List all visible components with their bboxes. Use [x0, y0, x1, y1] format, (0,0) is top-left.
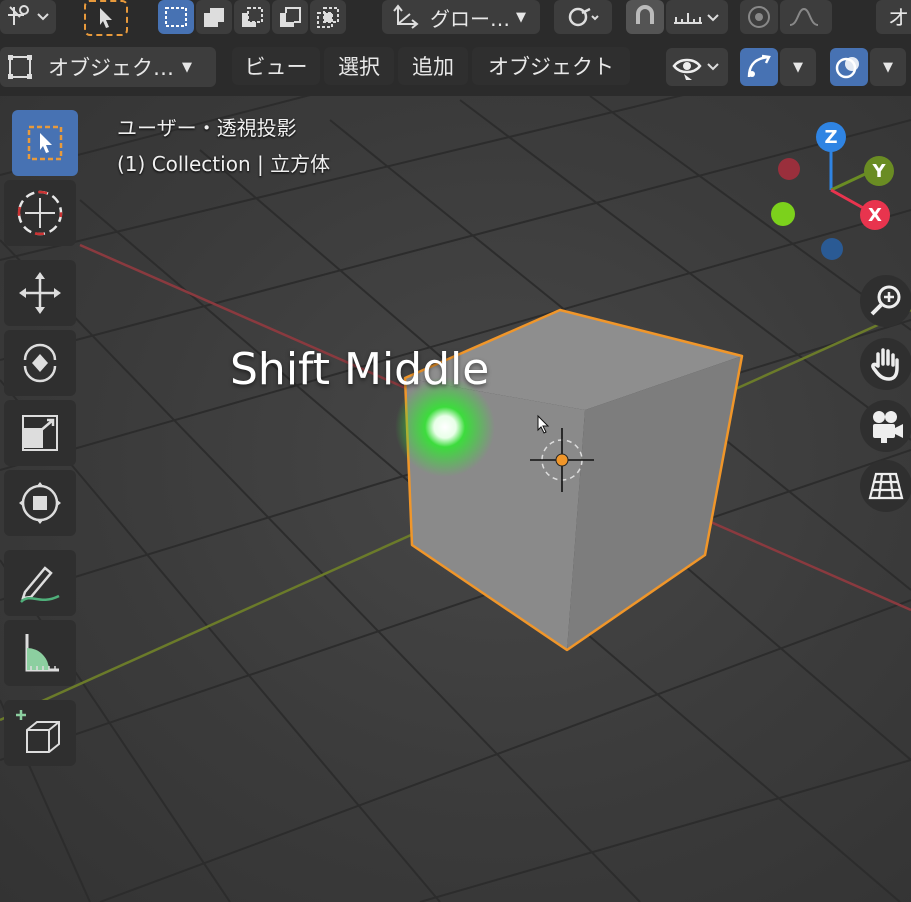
overlay-toggle-button[interactable] — [830, 48, 868, 86]
gizmo-arrow-icon — [747, 54, 771, 78]
select-invert-icon — [280, 7, 301, 27]
move-icon — [19, 272, 61, 314]
select-mode-extend-button[interactable] — [196, 0, 232, 34]
snap-target-select[interactable] — [666, 0, 728, 34]
select-extend-icon — [204, 8, 224, 27]
camera-icon — [873, 411, 903, 443]
gizmo-z-axis[interactable]: Z — [816, 122, 846, 152]
tool-annotate[interactable] — [4, 550, 76, 616]
view-name: ユーザー・透視投影 — [117, 116, 297, 140]
select-mode-new-button[interactable] — [158, 0, 194, 34]
orientation-axes-icon — [393, 4, 419, 29]
tool-scale[interactable] — [4, 400, 76, 466]
menu-view[interactable]: ビュー — [232, 47, 320, 85]
select-mode-invert-button[interactable] — [272, 0, 308, 34]
options-menu-button[interactable]: オ — [876, 0, 911, 34]
camera-view-button[interactable] — [860, 400, 911, 452]
mode-select-label: オブジェク… — [48, 56, 174, 80]
magnet-icon — [636, 5, 654, 24]
tool-measure[interactable] — [4, 620, 76, 686]
pivot-point-select[interactable] — [554, 0, 612, 34]
menu-object[interactable]: オブジェクト — [472, 47, 630, 85]
transform-orientation-label: グロー… — [430, 6, 510, 31]
select-intersect-icon — [317, 7, 339, 28]
rotate-icon — [23, 343, 57, 383]
visibility-select[interactable] — [666, 48, 728, 86]
cursor-arrow-icon — [100, 8, 112, 28]
select-tool-button[interactable] — [84, 0, 128, 36]
gizmo-y-axis[interactable]: Y — [864, 156, 894, 186]
snap-increment-icon — [674, 13, 719, 24]
object-mode-icon — [8, 55, 32, 79]
ortho-toggle-button[interactable] — [860, 460, 911, 512]
menu-add[interactable]: 追加 — [398, 47, 468, 85]
add-cube-icon — [16, 710, 60, 753]
menu-select[interactable]: 選択 — [324, 47, 394, 85]
tool-add-cube[interactable] — [4, 700, 76, 766]
proportional-edit-icon — [748, 6, 770, 28]
collection-info: (1) Collection | 立方体 — [117, 152, 331, 176]
options-label-cutoff: オ — [888, 6, 909, 30]
zoom-button[interactable] — [860, 275, 911, 327]
select-mode-intersect-button[interactable] — [310, 0, 346, 34]
pivot-link-icon — [568, 7, 599, 27]
gizmo-toggle-button[interactable] — [740, 48, 778, 86]
chevron-down-icon: ▼ — [883, 59, 893, 75]
select-subtract-icon — [242, 7, 263, 27]
falloff-curve-icon — [789, 7, 819, 26]
3d-viewport[interactable]: ユーザー・透視投影 (1) Collection | 立方体 Shift Mid… — [0, 96, 911, 902]
tool-cursor[interactable] — [4, 180, 76, 246]
chevron-down-icon: ▼ — [516, 9, 526, 25]
tool-transform[interactable] — [4, 470, 76, 536]
gizmo-dropdown[interactable]: ▼ — [780, 48, 816, 86]
annotate-icon — [20, 566, 60, 603]
chevron-down-icon: ▼ — [793, 59, 803, 75]
top-toolbar: グロー… ▼ オ — [0, 0, 911, 40]
eye-selectability-icon — [672, 58, 719, 80]
gizmo-x-axis[interactable]: X — [860, 200, 890, 230]
transform-orientation-select[interactable]: グロー… ▼ — [382, 0, 540, 34]
hand-icon — [871, 348, 899, 381]
overlay-dropdown[interactable]: ▼ — [870, 48, 906, 86]
select-mode-subtract-button[interactable] — [234, 0, 270, 34]
tool-rotate[interactable] — [4, 330, 76, 396]
cursor-icon — [17, 190, 63, 236]
tool-move[interactable] — [4, 260, 76, 326]
tool-select-box[interactable] — [12, 110, 78, 176]
overlay-circles-icon — [835, 57, 859, 79]
transform-icon — [19, 482, 61, 524]
mode-select[interactable]: オブジェク… ▼ — [0, 47, 216, 87]
shortcut-caption: Shift Middle — [230, 344, 490, 395]
snap-transform-button[interactable] — [0, 0, 56, 34]
pan-button[interactable] — [860, 338, 911, 390]
grid-icon — [868, 472, 904, 500]
zoom-icon — [870, 285, 901, 316]
proportional-edit-toggle[interactable] — [740, 0, 778, 34]
snapping-toggle-button[interactable] — [626, 0, 664, 34]
scale-icon — [22, 415, 58, 451]
falloff-select[interactable] — [780, 0, 832, 34]
measure-icon — [25, 634, 59, 672]
chevron-down-icon: ▼ — [182, 59, 192, 75]
select-new-icon — [165, 7, 187, 27]
transform-pivot-icon — [8, 5, 49, 25]
select-box-icon — [27, 125, 63, 161]
